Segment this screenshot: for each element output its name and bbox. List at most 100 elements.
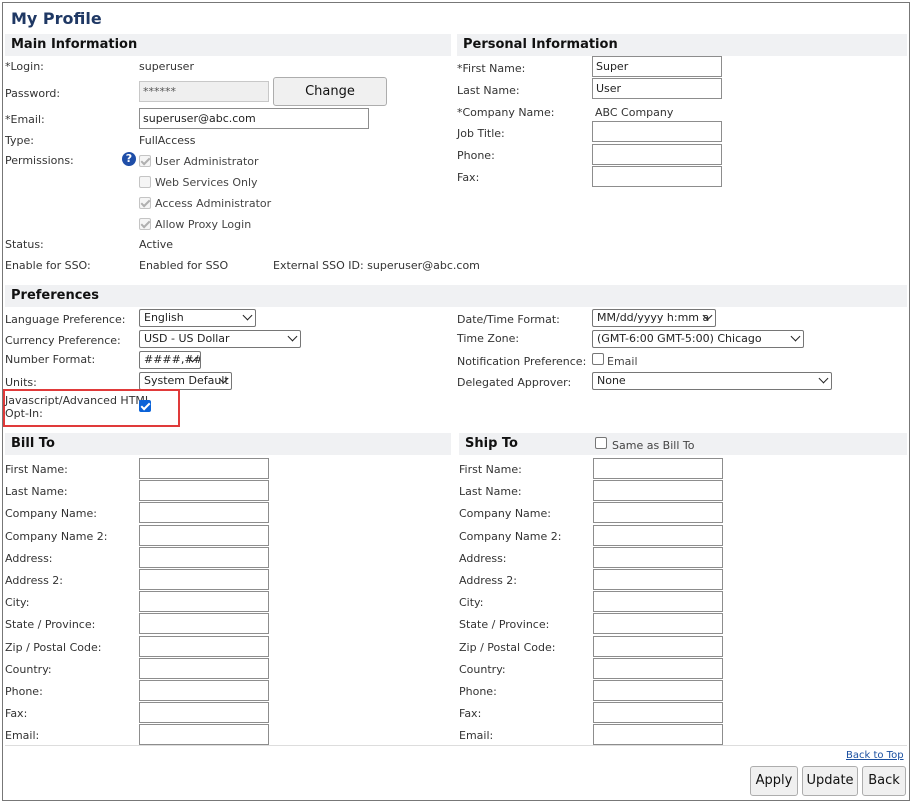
datetime-format-select[interactable]: MM/dd/yyyy h:mm a	[592, 309, 716, 327]
bill-to-zip-postal-code-field[interactable]	[139, 635, 269, 657]
chevron-down-icon	[287, 331, 298, 342]
bill-to-state-province-label: State / Province:	[5, 618, 96, 632]
bill-to-first-name-field[interactable]	[139, 458, 269, 479]
bill-to-address-label: Address:	[5, 551, 53, 565]
chevron-down-icon	[790, 331, 801, 342]
ship-to-city-field[interactable]	[593, 591, 723, 613]
same-as-bill-to-checkbox[interactable]	[595, 437, 607, 449]
ship-to-country-field[interactable]	[593, 657, 723, 679]
email-field[interactable]: superuser@abc.com	[139, 108, 369, 129]
javascript-optin-label-line1: Javascript/Advanced HTML	[5, 394, 152, 407]
web-services-only-checkbox	[139, 176, 151, 188]
ship-to-address-2-label: Address 2:	[459, 574, 518, 587]
change-password-button[interactable]: Change Password	[273, 77, 387, 126]
bill-to-address-2-field[interactable]	[139, 569, 269, 590]
job-title-label: Job Title:	[457, 127, 505, 140]
bill-to-city-field[interactable]	[139, 591, 269, 613]
bill-to-address-2-label: Address 2:	[5, 574, 64, 587]
bill-to-city-label: City:	[5, 596, 30, 610]
ship-to-zip-postal-code-field[interactable]	[593, 635, 723, 657]
email-label: *Email:	[5, 113, 45, 126]
ship-to-first-name-field[interactable]	[593, 458, 723, 479]
user-administrator-checkbox	[139, 155, 151, 167]
ship-to-address-2-field[interactable]	[593, 569, 723, 590]
chevron-down-icon	[818, 373, 829, 384]
ship-to-phone-field[interactable]	[593, 680, 723, 701]
job-title-field[interactable]	[592, 121, 722, 142]
delegated-approver-select[interactable]: None	[592, 372, 832, 390]
ship-to-address-field[interactable]	[593, 546, 723, 568]
timezone-select[interactable]: (GMT-6:00 GMT-5:00) Chicago	[592, 330, 804, 348]
bill-to-first-name-label: First Name:	[5, 463, 68, 476]
phone-label: Phone:	[457, 149, 495, 162]
ship-to-last-name-label: Last Name:	[459, 485, 522, 499]
ship-to-fax-label: Fax:	[459, 707, 482, 721]
chevron-down-icon	[242, 310, 253, 321]
bill-to-last-name-field[interactable]	[139, 480, 269, 502]
bill-to-email-label: Email:	[5, 729, 40, 743]
status-label: Status:	[5, 238, 44, 251]
ship-to-company-name-2-field[interactable]	[593, 524, 723, 546]
user-administrator-label: User Administrator	[155, 155, 259, 168]
ship-to-company-name-label: Company Name:	[459, 507, 551, 521]
company-name-value: ABC Company	[595, 106, 674, 119]
type-value: FullAccess	[139, 134, 196, 147]
ship-to-fax-field[interactable]	[593, 702, 723, 724]
currency-select[interactable]: USD - US Dollar	[139, 330, 301, 348]
bill-to-phone-field[interactable]	[139, 680, 269, 701]
help-icon[interactable]: ?	[122, 152, 136, 166]
phone-field[interactable]	[592, 144, 722, 165]
last-name-field[interactable]: User	[592, 78, 722, 99]
fax-field[interactable]	[592, 166, 722, 187]
bill-to-header: Bill To	[5, 433, 451, 455]
ship-to-first-name-label: First Name:	[459, 463, 522, 476]
units-select-value: System Default	[144, 374, 229, 387]
bill-to-country-field[interactable]	[139, 657, 269, 679]
company-name-label: *Company Name:	[457, 106, 555, 119]
ship-to-company-name-2-label: Company Name 2:	[459, 529, 562, 543]
ship-to-state-province-field[interactable]	[593, 613, 723, 635]
units-select[interactable]: System Default	[139, 372, 232, 390]
back-button[interactable]: Back	[862, 766, 906, 796]
notification-email-checkbox[interactable]	[592, 353, 604, 365]
javascript-optin-checkbox[interactable]	[139, 400, 151, 412]
bill-to-state-province-field[interactable]	[139, 613, 269, 635]
bill-to-email-field[interactable]	[139, 724, 269, 746]
ship-to-state-province-label: State / Province:	[459, 618, 550, 632]
bill-to-company-name-2-field[interactable]	[139, 524, 269, 546]
ship-to-last-name-field[interactable]	[593, 480, 723, 502]
footer-divider	[5, 745, 907, 746]
first-name-field[interactable]: Super	[592, 56, 722, 77]
personal-information-header: Personal Information	[457, 34, 907, 56]
ship-to-email-field[interactable]	[593, 724, 723, 746]
sso-label: Enable for SSO:	[5, 259, 91, 272]
bill-to-phone-label: Phone:	[5, 685, 43, 698]
ship-to-city-label: City:	[459, 596, 484, 610]
sso-value: Enabled for SSO	[139, 259, 229, 272]
bill-to-fax-field[interactable]	[139, 702, 269, 724]
javascript-optin-label-line2: Opt-In:	[5, 407, 43, 420]
ship-to-company-name-field[interactable]	[593, 502, 723, 524]
external-sso-id: External SSO ID: superuser@abc.com	[273, 259, 480, 272]
language-select[interactable]: English	[139, 309, 256, 327]
same-as-bill-to-label: Same as Bill To	[612, 439, 695, 452]
bill-to-address-field[interactable]	[139, 546, 269, 568]
access-administrator-checkbox	[139, 197, 151, 209]
back-to-top-link[interactable]: Back to Top	[846, 750, 904, 761]
login-label: *Login:	[5, 60, 44, 73]
bill-to-company-name-label: Company Name:	[5, 507, 97, 521]
apply-button[interactable]: Apply	[750, 766, 798, 796]
timezone-select-value: (GMT-6:00 GMT-5:00) Chicago	[597, 332, 762, 345]
bill-to-zip-postal-code-label: Zip / Postal Code:	[5, 640, 102, 654]
notification-label: Notification Preference:	[457, 355, 587, 368]
bill-to-fax-label: Fax:	[5, 707, 28, 721]
notification-email-label: Email	[607, 355, 638, 368]
bill-to-company-name-field[interactable]	[139, 502, 269, 524]
number-format-select[interactable]: ####,##	[139, 351, 201, 369]
profile-page: My Profile Main Information *Login: supe…	[2, 2, 910, 801]
update-button[interactable]: Update	[802, 766, 858, 796]
last-name-label: Last Name:	[457, 84, 520, 97]
type-label: Type:	[5, 134, 34, 147]
datetime-format-label: Date/Time Format:	[457, 313, 560, 326]
access-administrator-label: Access Administrator	[155, 197, 272, 210]
